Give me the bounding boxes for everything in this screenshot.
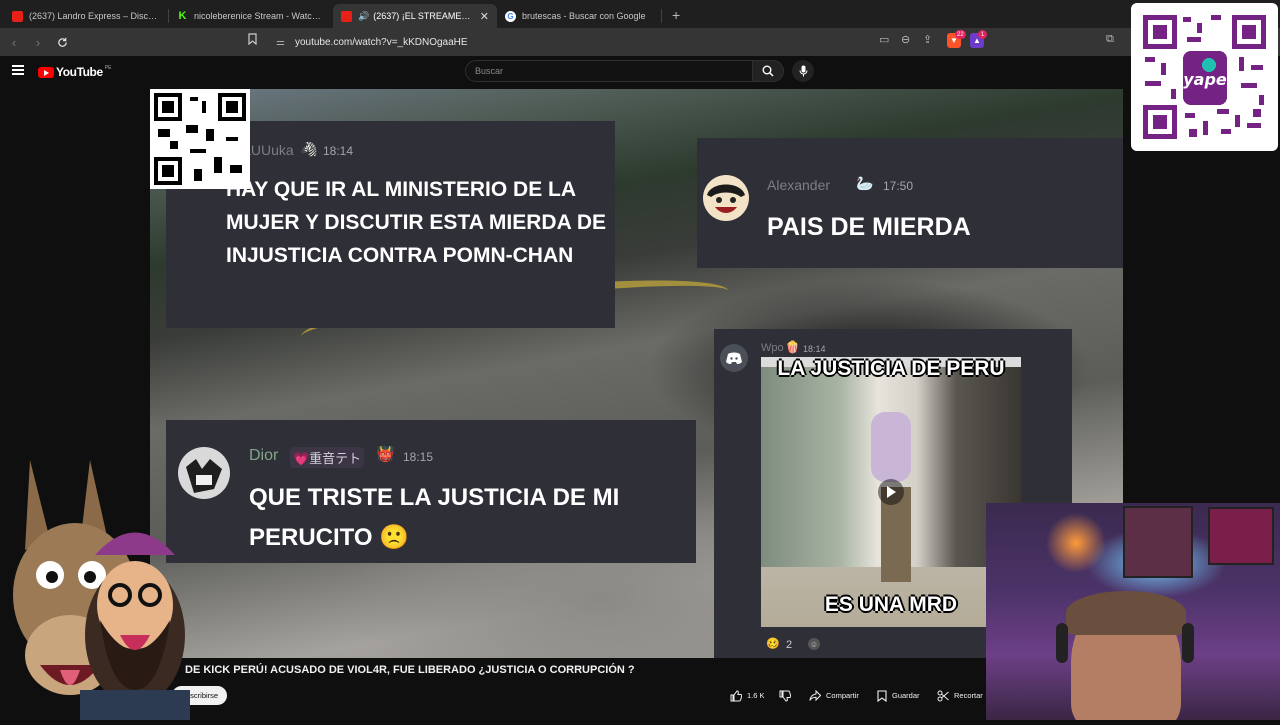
chat-time: 18:14	[803, 344, 826, 354]
youtube-play-icon	[38, 66, 54, 78]
save-label: Guardar	[892, 691, 920, 700]
chat-username: Dior	[249, 447, 279, 464]
yape-logo-text: yape	[1183, 70, 1227, 89]
cast-icon[interactable]: ▭	[879, 33, 889, 46]
discord-icon	[720, 344, 748, 372]
rewards-count-badge: 1	[978, 30, 987, 39]
share-label: Compartir	[826, 691, 859, 700]
forward-arrow-icon[interactable]: ›	[28, 32, 48, 52]
wall-poster	[1208, 507, 1274, 565]
url-text: youtube.com/watch?v=_kKDNOgaaHE	[294, 36, 468, 48]
ogre-emoji: 👹	[376, 446, 395, 463]
role-tag: 💗重音テト	[290, 447, 365, 468]
swan-emoji: 🦢	[856, 175, 874, 191]
search-button[interactable]	[752, 60, 784, 82]
chat-message-text: QUE TRISTE LA JUSTICIA DE MI PERUCITO 🙁	[249, 484, 620, 551]
chat-message-text: PAIS DE MIERDA	[767, 213, 971, 241]
meme-image[interactable]: LA JUSTICIA DE PERU ES UNA MRD	[761, 357, 1021, 627]
reaction-emoji-icon[interactable]: 🥴	[766, 637, 780, 650]
like-button[interactable]: 1.6 K	[730, 686, 765, 705]
dislike-button[interactable]	[779, 686, 796, 705]
microphone-icon	[799, 65, 807, 77]
like-count: 1.6 K	[747, 691, 765, 700]
kick-favicon-icon: K	[178, 10, 187, 22]
streamer-webcam	[986, 503, 1280, 720]
tab-title: nicoleberenice Stream - Watch Live o	[194, 11, 325, 21]
zoom-icon[interactable]: ⊖	[901, 33, 910, 46]
voice-search-button[interactable]	[792, 60, 814, 82]
save-button[interactable]: Guardar	[877, 686, 920, 705]
tab-separator	[661, 9, 662, 23]
browser-tab-bar: (2637) Landro Express – Disco Sentir K n…	[0, 0, 1280, 28]
country-code: PE	[104, 65, 112, 71]
tab-title: (2637) Landro Express – Disco Sentir	[29, 11, 160, 21]
yape-qr-code: yape	[1131, 3, 1278, 151]
search-icon	[762, 65, 774, 77]
chat-message-card: Alexander 🦢 17:50 PAIS DE MIERDA	[697, 138, 1123, 268]
headphones	[1182, 623, 1194, 663]
qr-code-small	[150, 89, 250, 189]
youtube-header: YouTube PE Buscar	[0, 56, 1280, 88]
streamer-cap	[1066, 591, 1186, 635]
tab-title: brutescas - Buscar con Google	[522, 11, 646, 21]
share-icon[interactable]: ⇪	[923, 33, 932, 46]
play-icon[interactable]	[878, 479, 904, 505]
browser-toolbar: ‹ › ⚌ youtube.com/watch?v=_kKDNOgaaHE ▭ …	[0, 28, 1280, 56]
meme-person	[871, 412, 911, 482]
headphones	[1056, 623, 1068, 663]
video-player[interactable]: UkaUUuka 🦓 18:14 HAY QUE IR AL MINISTERI…	[150, 89, 1123, 658]
browser-tab-active[interactable]: 🔊 (2637) ¡EL STREAMER MÁS EN ✕	[333, 4, 497, 28]
youtube-favicon-icon	[12, 10, 23, 22]
hamburger-menu-icon[interactable]	[12, 65, 24, 77]
popcorn-emoji: 🍿	[785, 340, 800, 354]
chat-time: 18:15	[403, 450, 434, 464]
shields-count-badge: 22	[955, 30, 966, 39]
sidebar-toggle-icon[interactable]: ⧉	[1106, 33, 1114, 46]
chat-message-text: HAY QUE IR AL MINISTERIO DE LA MUJER Y D…	[226, 178, 606, 267]
share-button[interactable]: Compartir	[809, 686, 859, 705]
thumbs-up-icon	[730, 689, 742, 701]
chat-time: 17:50	[883, 179, 914, 193]
chat-message-card: Dior 💗重音テト 👹 18:15 QUE TRISTE LA JUSTICI…	[166, 420, 696, 563]
avatar	[703, 175, 749, 221]
chat-time: 18:14	[323, 144, 354, 158]
meme-top-caption: LA JUSTICIA DE PERU	[777, 357, 1005, 380]
reaction-count: 2	[786, 639, 793, 651]
youtube-logo[interactable]: YouTube PE	[38, 65, 111, 79]
clip-label: Recortar	[954, 691, 983, 700]
site-settings-icon[interactable]: ⚌	[276, 37, 285, 48]
meme-bottom-caption: ES UNA MRD	[824, 593, 958, 616]
browser-tab[interactable]: K nicoleberenice Stream - Watch Live o	[169, 4, 333, 28]
reload-icon[interactable]	[52, 32, 72, 52]
browser-tab[interactable]: G brutescas - Buscar con Google	[497, 4, 661, 28]
speaker-icon[interactable]: 🔊	[358, 11, 369, 22]
youtube-favicon-icon	[341, 10, 352, 22]
thumbs-down-icon	[779, 690, 791, 702]
google-favicon-icon: G	[505, 10, 516, 22]
add-reaction-icon[interactable]: ☺	[808, 638, 820, 650]
address-bar[interactable]: ⚌ youtube.com/watch?v=_kKDNOgaaHE	[268, 31, 872, 53]
clip-button[interactable]: Recortar	[937, 686, 983, 705]
chat-username: Wpo	[761, 342, 784, 354]
video-title: DE KICK PERÚ! ACUSADO DE VIOL4R, FUE LIB…	[185, 664, 635, 676]
donkey-mascot-overlay	[0, 455, 200, 720]
wall-poster	[1123, 506, 1193, 578]
tab-title: (2637) ¡EL STREAMER MÁS EN	[373, 11, 476, 21]
bookmark-icon	[877, 689, 887, 702]
logo-wordmark: YouTube	[56, 65, 103, 79]
bookmark-icon[interactable]	[248, 33, 257, 48]
browser-tab[interactable]: (2637) Landro Express – Disco Sentir	[4, 4, 168, 28]
new-tab-button[interactable]: +	[672, 7, 680, 23]
zebra-emoji: 🦓	[300, 141, 318, 157]
search-input[interactable]: Buscar	[465, 60, 753, 82]
back-arrow-icon[interactable]: ‹	[4, 32, 24, 52]
chat-username: Alexander	[767, 177, 831, 193]
close-tab-icon[interactable]: ✕	[480, 10, 489, 23]
scissors-icon	[937, 690, 949, 701]
share-arrow-icon	[809, 689, 821, 701]
